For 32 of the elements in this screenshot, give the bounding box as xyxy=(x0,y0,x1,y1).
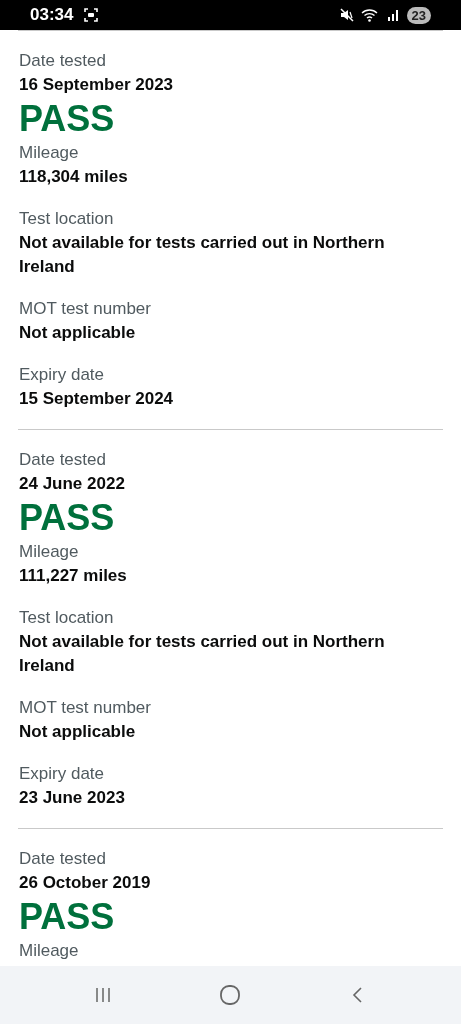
field-value: Not applicable xyxy=(19,322,137,344)
field-label: Test location xyxy=(19,607,115,629)
field-value: Not available for tests carried out in Northern Ireland xyxy=(19,232,386,278)
signal-icon xyxy=(386,7,401,23)
screenshot-icon xyxy=(83,7,100,23)
field-label: Mileage xyxy=(19,142,80,164)
field-label: MOT test number xyxy=(19,697,152,719)
test-result: PASS xyxy=(19,97,116,141)
field-label: Expiry date xyxy=(19,364,106,386)
battery-level: 23 xyxy=(406,6,431,24)
field-value: 15 September 2024 xyxy=(19,388,175,410)
field-value: 24 June 2022 xyxy=(19,473,126,495)
clock: 03:34 xyxy=(30,5,74,25)
mute-icon xyxy=(338,7,355,23)
field-label: Mileage xyxy=(19,940,80,962)
field-value: 23 June 2023 xyxy=(19,787,126,809)
field-value: 16 September 2023 xyxy=(19,74,175,96)
field-label: Date tested xyxy=(19,449,107,471)
field-label: Date tested xyxy=(19,50,107,72)
field-value: Not applicable xyxy=(19,721,137,743)
field-label: Mileage xyxy=(19,541,80,563)
field-value: Not available for tests carried out in Northern Ireland xyxy=(19,631,386,677)
field-label: Test location xyxy=(19,208,115,230)
field-value: 111,227 miles xyxy=(19,565,128,587)
field-label: Date tested xyxy=(19,848,107,870)
test-result: PASS xyxy=(19,496,116,540)
field-label: Expiry date xyxy=(19,763,106,785)
field-value: 118,304 miles xyxy=(19,166,129,188)
field-label: MOT test number xyxy=(19,298,152,320)
field-value: 26 October 2019 xyxy=(19,872,152,894)
test-result: PASS xyxy=(19,895,116,939)
home-icon[interactable] xyxy=(219,984,242,1006)
